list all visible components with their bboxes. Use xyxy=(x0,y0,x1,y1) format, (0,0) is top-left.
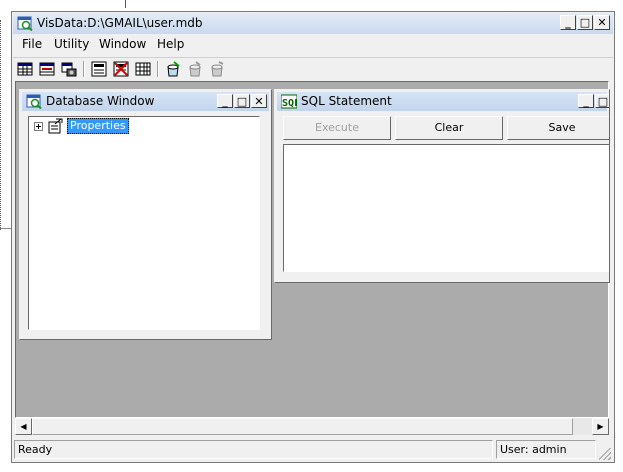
background-dotted-line xyxy=(0,20,1,230)
scrollbar-thumb[interactable] xyxy=(32,418,573,435)
database-window-title: Database Window xyxy=(46,94,155,108)
sql-maximize-button[interactable]: □ xyxy=(595,94,609,108)
snapshot-type-icon[interactable] xyxy=(61,61,77,77)
sql-icon: SQL xyxy=(281,94,297,109)
sql-window-title-bar[interactable]: SQL SQL Statement _ □ xyxy=(277,92,609,111)
toolbar-separator xyxy=(83,61,85,77)
status-user: User: admin xyxy=(496,440,596,459)
database-window: Database Window _ □ ✕ Properties xyxy=(19,89,272,340)
tree-item-properties[interactable]: Properties xyxy=(67,118,129,134)
horizontal-scrollbar[interactable]: ◀ ▶ xyxy=(15,418,609,435)
menu-utility[interactable]: Utility xyxy=(54,37,89,51)
svg-text:SQL: SQL xyxy=(282,98,297,109)
properties-icon xyxy=(48,118,63,134)
window-title: VisData:D:\GMAIL\user.mdb xyxy=(37,16,203,30)
main-window: VisData:D:\GMAIL\user.mdb _ □ ✕ File Uti… xyxy=(11,11,615,463)
database-window-icon xyxy=(26,94,42,109)
mdi-client-area: Database Window _ □ ✕ Properties SQ SQL … xyxy=(15,81,610,418)
sql-minimize-button[interactable]: _ xyxy=(578,94,594,108)
clear-button[interactable]: Clear xyxy=(395,116,503,140)
minimize-button[interactable]: _ xyxy=(560,15,576,30)
dynaset-type-icon[interactable] xyxy=(39,61,55,77)
close-button[interactable]: ✕ xyxy=(594,15,610,30)
table-type-icon[interactable] xyxy=(17,61,33,77)
status-bar: Ready User: admin xyxy=(13,437,613,462)
background-tick xyxy=(125,0,126,8)
toolbar-separator xyxy=(157,61,159,77)
commit-icon[interactable] xyxy=(187,61,203,77)
scroll-left-button[interactable]: ◀ xyxy=(15,418,32,435)
scroll-right-button[interactable]: ▶ xyxy=(592,418,609,435)
database-window-title-bar[interactable]: Database Window _ □ ✕ xyxy=(22,92,269,111)
data-control-icon[interactable] xyxy=(91,61,107,77)
title-bar[interactable]: VisData:D:\GMAIL\user.mdb _ □ ✕ xyxy=(13,13,613,34)
menu-window[interactable]: Window xyxy=(99,37,146,51)
rollback-icon[interactable] xyxy=(209,61,225,77)
menu-help[interactable]: Help xyxy=(157,37,184,51)
menu-bar: File Utility Window Help xyxy=(13,35,613,55)
grid-icon[interactable] xyxy=(135,61,151,77)
database-maximize-button[interactable]: □ xyxy=(234,94,250,108)
menu-file[interactable]: File xyxy=(22,37,42,51)
save-button[interactable]: Save xyxy=(507,116,609,140)
no-data-control-icon[interactable] xyxy=(113,61,129,77)
tree-expand-icon[interactable] xyxy=(34,122,43,131)
status-text: Ready xyxy=(14,440,493,459)
toolbar xyxy=(13,57,613,80)
visdata-app-icon xyxy=(17,16,33,31)
execute-button[interactable]: Execute xyxy=(283,116,391,140)
sql-statement-window: SQL SQL Statement _ □ Execute Clear Save xyxy=(274,89,610,283)
database-close-button[interactable]: ✕ xyxy=(251,94,267,108)
database-minimize-button[interactable]: _ xyxy=(217,94,233,108)
begin-transaction-icon[interactable] xyxy=(165,61,181,77)
resize-grip[interactable] xyxy=(599,448,611,460)
maximize-button[interactable]: □ xyxy=(577,15,593,30)
sql-text-area[interactable] xyxy=(283,144,609,272)
sql-window-title: SQL Statement xyxy=(301,94,392,108)
database-tree[interactable]: Properties xyxy=(28,116,260,330)
